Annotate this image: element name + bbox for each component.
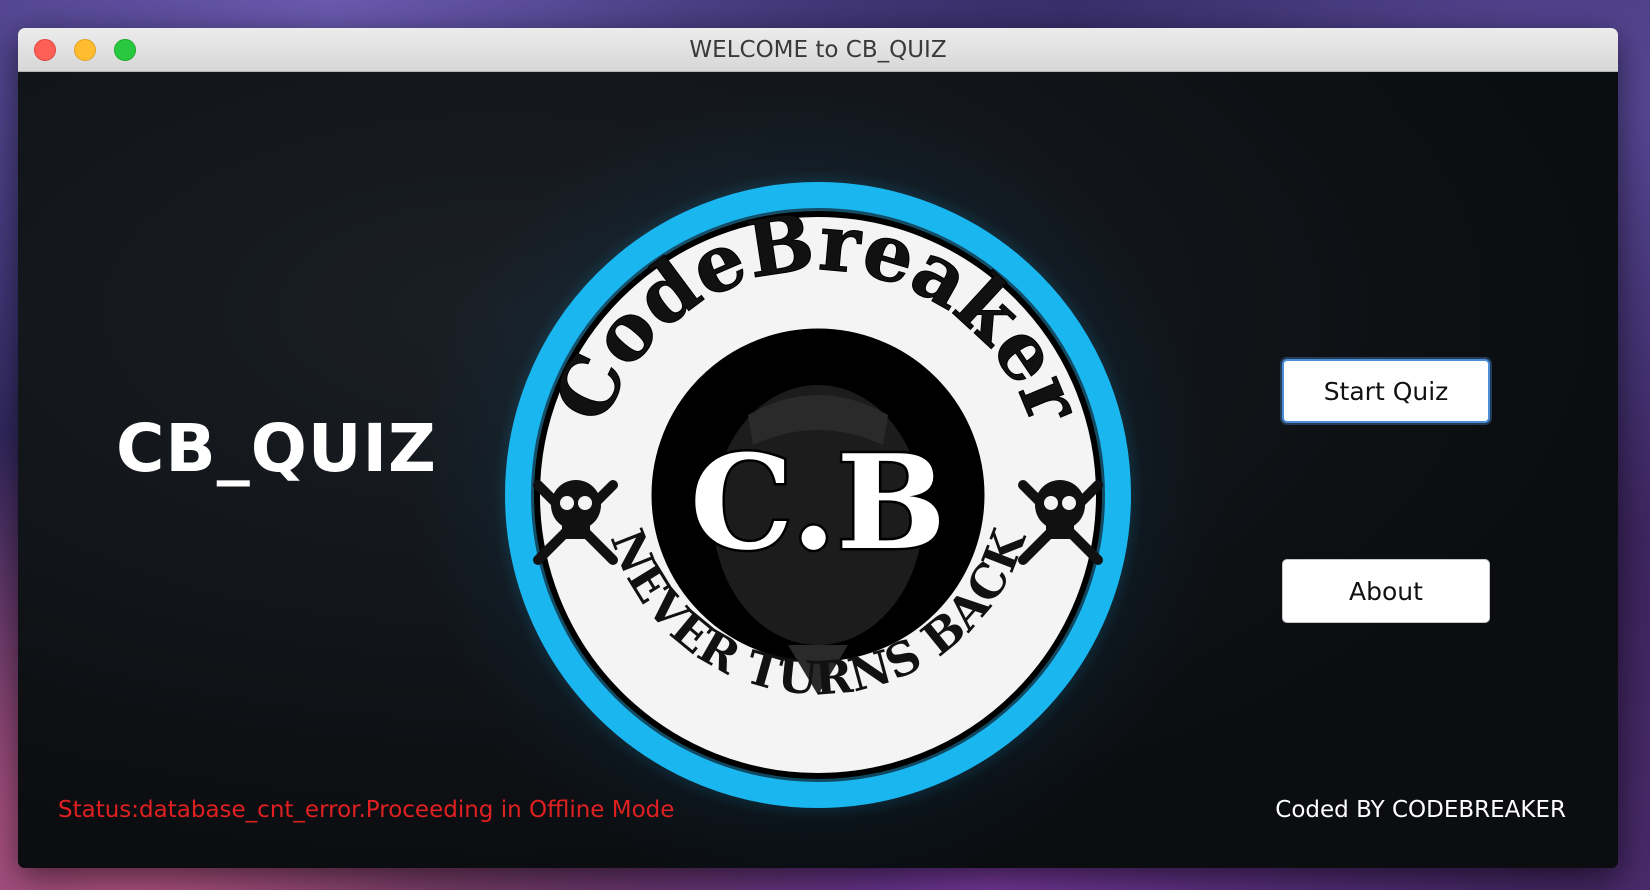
window-title: WELCOME to CB_QUIZ — [689, 37, 947, 63]
about-button[interactable]: About — [1282, 559, 1490, 623]
credit-text: Coded BY CODEBREAKER — [1275, 797, 1566, 823]
logo-center-text: C.B — [690, 426, 946, 579]
start-quiz-button[interactable]: Start Quiz — [1282, 359, 1490, 423]
main-content: CB_QUIZ CodeBreaker C.B NEVER TURNS BACK… — [18, 72, 1618, 868]
app-title: CB_QUIZ — [116, 410, 437, 487]
codebreaker-logo: CodeBreaker C.B NEVER TURNS BACK — [493, 170, 1143, 820]
title-bar[interactable]: WELCOME to CB_QUIZ — [18, 28, 1618, 72]
status-text: Status:database_cnt_error.Proceeding in … — [58, 797, 675, 823]
app-window: WELCOME to CB_QUIZ CB_QUIZ CodeBreaker C… — [18, 28, 1618, 868]
